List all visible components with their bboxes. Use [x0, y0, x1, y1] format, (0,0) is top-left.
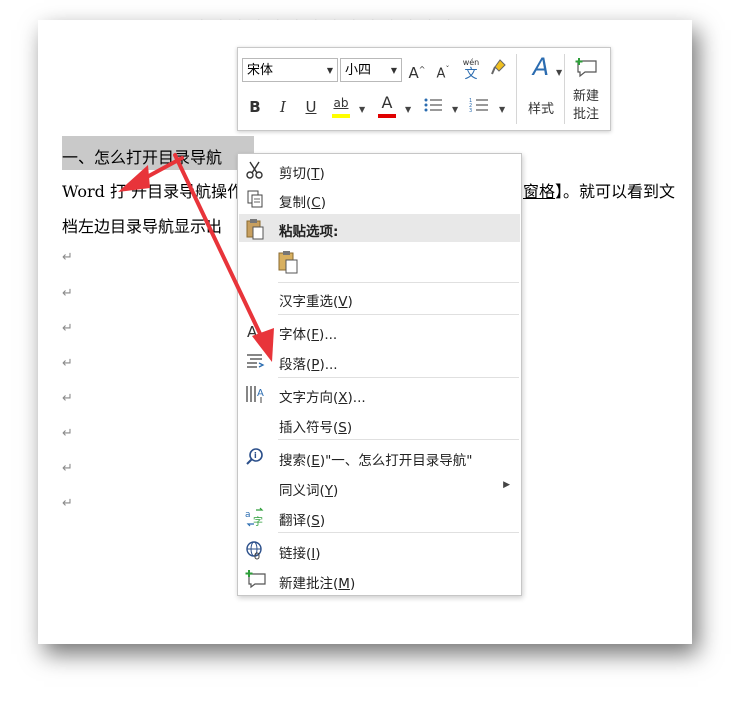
annotation-arrows — [118, 153, 274, 362]
annotation-arrow-to-heading — [118, 156, 184, 192]
annotation-arrow-to-paragraph — [173, 153, 274, 362]
